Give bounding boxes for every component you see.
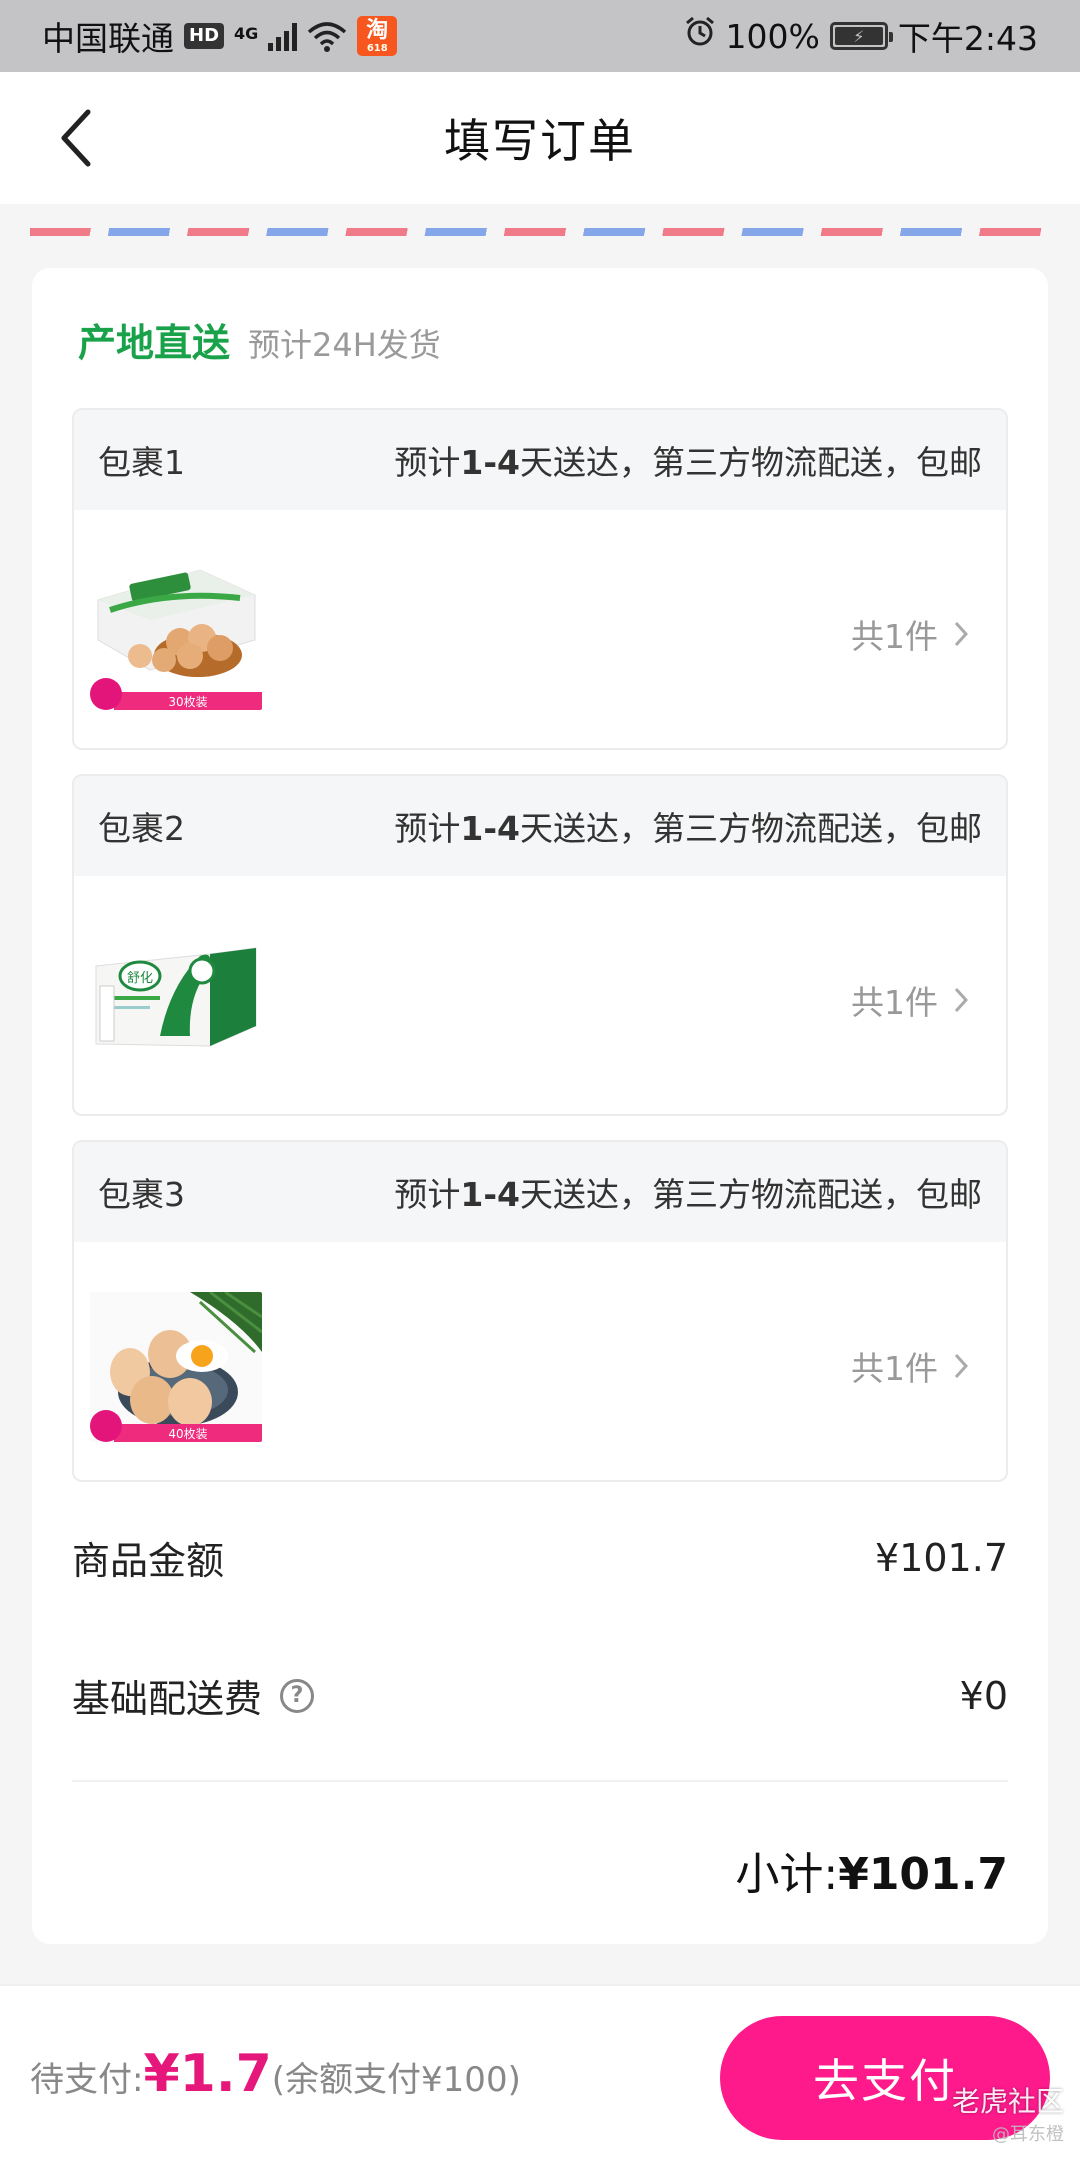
- package-name: 包裹3: [98, 1175, 185, 1214]
- package-delivery: 预计1-4天送达，第三方物流配送，包邮: [394, 809, 982, 848]
- goods-amount-row: 商品金额 ¥101.7: [72, 1530, 1008, 1585]
- shipping-fee-row: 基础配送费 ? ¥0: [72, 1668, 1008, 1723]
- watermark: 老虎社区 @耳东橙: [952, 2080, 1064, 2146]
- package-name: 包裹1: [98, 443, 185, 482]
- battery-percent: 100%: [725, 16, 820, 56]
- package-body[interactable]: 40枚装 共1件: [74, 1242, 1006, 1480]
- package-count: 共1件: [851, 983, 938, 1022]
- subtotal-value: ¥101.7: [838, 1849, 1008, 1900]
- origin-subtitle: 预计24H发货: [248, 326, 441, 364]
- product-thumbnail-eggs-plate[interactable]: 40枚装: [90, 1292, 262, 1442]
- status-left: 中国联通 HD 4G 淘 618: [42, 12, 398, 60]
- product-thumbnail-eggs-box[interactable]: 30枚装: [90, 560, 262, 710]
- thumb-label: 舒化: [127, 971, 153, 986]
- pay-amount: ¥1.7: [143, 2044, 272, 2104]
- clock: 下午2:43: [897, 19, 1038, 58]
- package-name: 包裹2: [98, 809, 185, 848]
- thumb-label: 40枚装: [168, 1426, 207, 1441]
- signal-icon: [268, 21, 298, 51]
- package-card: 包裹2 预计1-4天送达，第三方物流配送，包邮 舒化 共1件: [72, 774, 1008, 1116]
- origin-row: 产地直送 预计24H发货: [78, 312, 441, 367]
- package-delivery: 预计1-4天送达，第三方物流配送，包邮: [394, 443, 982, 482]
- chevron-right-icon: [954, 987, 968, 1013]
- order-card: 产地直送 预计24H发货 包裹1 预计1-4天送达，第三方物流配送，包邮 30枚…: [32, 268, 1048, 1944]
- watermark-sub: @耳东橙: [992, 2124, 1064, 2145]
- chevron-right-icon: [954, 621, 968, 647]
- thumb-label: 30枚装: [168, 694, 207, 709]
- shipping-fee-label-group: 基础配送费 ?: [72, 1668, 315, 1723]
- package-count-link[interactable]: 共1件: [851, 1342, 968, 1390]
- package-count: 共1件: [851, 617, 938, 656]
- shipping-fee-value: ¥0: [959, 1673, 1008, 1718]
- package-header: 包裹2 预计1-4天送达，第三方物流配送，包邮: [74, 776, 1006, 876]
- back-button[interactable]: [40, 102, 112, 174]
- package-count: 共1件: [851, 1349, 938, 1388]
- pay-info: 待支付: ¥1.7 (余额支付¥100): [30, 2044, 521, 2104]
- alarm-icon: [684, 16, 716, 56]
- origin-title: 产地直送: [78, 321, 231, 365]
- wifi-icon: [307, 20, 347, 52]
- airmail-stripe: [30, 228, 1050, 236]
- package-count-link[interactable]: 共1件: [851, 976, 968, 1024]
- package-card: 包裹1 预计1-4天送达，第三方物流配送，包邮 30枚装 共1件: [72, 408, 1008, 750]
- watermark-text: 老虎社区: [951, 2085, 1064, 2118]
- pay-label: 待支付:: [30, 2060, 144, 2100]
- balance-payment-note: (余额支付¥100): [271, 2060, 521, 2100]
- package-delivery: 预计1-4天送达，第三方物流配送，包邮: [394, 1175, 982, 1214]
- hd-badge: HD: [184, 23, 225, 49]
- package-header: 包裹3 预计1-4天送达，第三方物流配送，包邮: [74, 1142, 1006, 1242]
- package-body[interactable]: 舒化 共1件: [74, 876, 1006, 1114]
- carrier-name: 中国联通: [42, 19, 174, 58]
- charging-icon: ⚡: [834, 27, 883, 46]
- bottom-bar: 待支付: ¥1.7 (余额支付¥100) 去支付: [0, 1984, 1080, 2160]
- chevron-right-icon: [954, 1353, 968, 1379]
- help-icon[interactable]: ?: [280, 1678, 315, 1713]
- battery-icon: ⚡: [829, 22, 893, 50]
- nav-bar: 填写订单: [0, 72, 1080, 204]
- goods-amount-value: ¥101.7: [875, 1535, 1008, 1580]
- divider: [72, 1780, 1008, 1782]
- package-card: 包裹3 预计1-4天送达，第三方物流配送，包邮 40枚装 共1件: [72, 1140, 1008, 1482]
- taobao-app-icon: 淘 618: [357, 16, 398, 56]
- package-header: 包裹1 预计1-4天送达，第三方物流配送，包邮: [74, 410, 1006, 510]
- package-body[interactable]: 30枚装 共1件: [74, 510, 1006, 748]
- network-type: 4G: [234, 24, 259, 43]
- package-count-link[interactable]: 共1件: [851, 610, 968, 658]
- subtotal: 小计:¥101.7: [735, 1838, 1008, 1902]
- status-right: 100% ⚡ 下午2:43: [684, 12, 1038, 60]
- subtotal-label: 小计:: [735, 1849, 839, 1900]
- status-bar: 中国联通 HD 4G 淘 618 100% ⚡ 下午2:43: [0, 0, 1080, 72]
- goods-amount-label: 商品金额: [72, 1539, 225, 1583]
- back-arrow-icon: [61, 109, 91, 167]
- taobao-glyph: 淘: [366, 18, 389, 43]
- shipping-fee-label: 基础配送费: [72, 1677, 263, 1721]
- product-thumbnail-milk-box[interactable]: 舒化: [90, 926, 262, 1076]
- page-title: 填写订单: [444, 114, 636, 168]
- taobao-sub: 618: [366, 43, 388, 54]
